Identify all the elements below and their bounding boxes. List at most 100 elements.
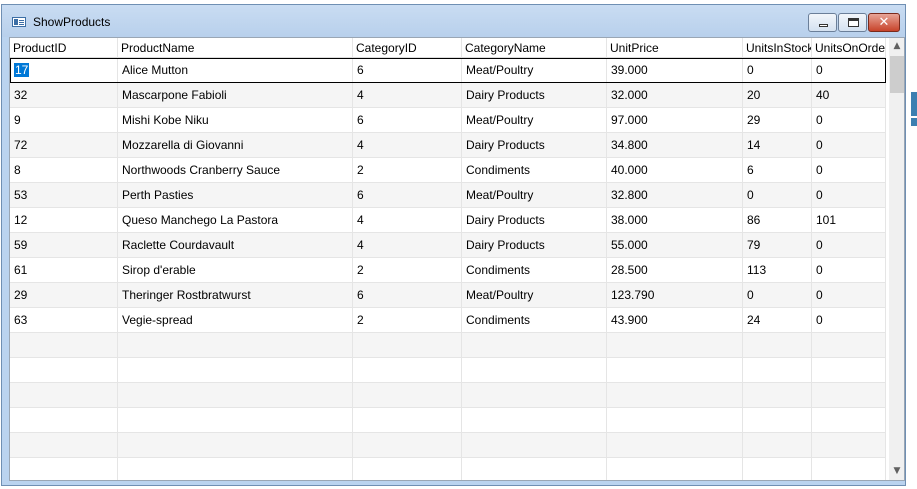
- cell-units-in-stock[interactable]: [743, 458, 812, 480]
- cell-unit-price[interactable]: 28.500: [607, 258, 743, 283]
- cell-category-name[interactable]: Condiments: [462, 258, 607, 283]
- empty-row[interactable]: [10, 408, 886, 433]
- cell-units-in-stock[interactable]: 6: [743, 158, 812, 183]
- cell-product-id[interactable]: 32: [10, 83, 118, 108]
- cell-category-name[interactable]: Dairy Products: [462, 83, 607, 108]
- scroll-down-icon[interactable]: ▼: [889, 463, 904, 480]
- cell-category-id[interactable]: 6: [353, 58, 462, 83]
- cell-category-id[interactable]: 4: [353, 233, 462, 258]
- cell-product-name[interactable]: Mishi Kobe Niku: [118, 108, 353, 133]
- cell-product-name[interactable]: [118, 458, 353, 480]
- cell-product-name[interactable]: Sirop d'erable: [118, 258, 353, 283]
- cell-product-id[interactable]: [10, 433, 118, 458]
- cell-units-on-order[interactable]: 0: [812, 283, 886, 308]
- cell-units-in-stock[interactable]: [743, 433, 812, 458]
- cell-category-id[interactable]: 4: [353, 208, 462, 233]
- cell-units-in-stock[interactable]: [743, 333, 812, 358]
- cell-category-name[interactable]: Condiments: [462, 158, 607, 183]
- cell-category-id[interactable]: [353, 333, 462, 358]
- cell-product-name[interactable]: [118, 433, 353, 458]
- column-header-product-id[interactable]: ProductID: [10, 38, 118, 58]
- cell-category-id[interactable]: [353, 358, 462, 383]
- cell-unit-price[interactable]: 32.000: [607, 83, 743, 108]
- close-button[interactable]: ✕: [868, 13, 900, 32]
- column-header-units-on-order[interactable]: UnitsOnOrder: [812, 38, 886, 58]
- cell-category-id[interactable]: 6: [353, 183, 462, 208]
- title-bar[interactable]: ShowProducts ✕: [2, 5, 905, 37]
- cell-units-in-stock[interactable]: 24: [743, 308, 812, 333]
- cell-units-on-order[interactable]: 0: [812, 158, 886, 183]
- cell-units-on-order[interactable]: [812, 408, 886, 433]
- cell-product-id[interactable]: 9: [10, 108, 118, 133]
- cell-units-in-stock[interactable]: 0: [743, 58, 812, 83]
- table-row[interactable]: 9 Mishi Kobe Niku 6 Meat/Poultry 97.000 29 0: [10, 108, 886, 133]
- cell-units-on-order[interactable]: [812, 333, 886, 358]
- table-row[interactable]: 53 Perth Pasties 6 Meat/Poultry 32.800 0 0: [10, 183, 886, 208]
- cell-category-name[interactable]: [462, 458, 607, 480]
- cell-product-id[interactable]: 29: [10, 283, 118, 308]
- cell-units-on-order[interactable]: [812, 383, 886, 408]
- cell-category-name[interactable]: Meat/Poultry: [462, 58, 607, 83]
- cell-units-on-order[interactable]: 0: [812, 183, 886, 208]
- table-row[interactable]: 61 Sirop d'erable 2 Condiments 28.500 113 0: [10, 258, 886, 283]
- cell-product-id[interactable]: 63: [10, 308, 118, 333]
- cell-category-id[interactable]: 4: [353, 133, 462, 158]
- cell-units-in-stock[interactable]: 0: [743, 183, 812, 208]
- cell-unit-price[interactable]: [607, 383, 743, 408]
- cell-product-name[interactable]: Vegie-spread: [118, 308, 353, 333]
- cell-product-id[interactable]: [10, 458, 118, 480]
- cell-units-in-stock[interactable]: [743, 408, 812, 433]
- cell-unit-price[interactable]: [607, 433, 743, 458]
- cell-units-in-stock[interactable]: [743, 383, 812, 408]
- column-header-units-in-stock[interactable]: UnitsInStock: [743, 38, 812, 58]
- cell-product-name[interactable]: Northwoods Cranberry Sauce: [118, 158, 353, 183]
- cell-category-id[interactable]: [353, 383, 462, 408]
- cell-unit-price[interactable]: 34.800: [607, 133, 743, 158]
- table-row[interactable]: 12 Queso Manchego La Pastora 4 Dairy Produc…: [10, 208, 886, 233]
- cell-product-id[interactable]: [10, 408, 118, 433]
- cell-unit-price[interactable]: 39.000: [607, 58, 743, 83]
- cell-category-name[interactable]: Meat/Poultry: [462, 183, 607, 208]
- cell-unit-price[interactable]: 55.000: [607, 233, 743, 258]
- empty-row[interactable]: [10, 458, 886, 480]
- cell-product-id[interactable]: 8: [10, 158, 118, 183]
- cell-units-on-order[interactable]: 0: [812, 258, 886, 283]
- cell-product-id[interactable]: 53: [10, 183, 118, 208]
- table-row[interactable]: 29 Theringer Rostbratwurst 6 Meat/Poultry 12…: [10, 283, 886, 308]
- cell-category-name[interactable]: Dairy Products: [462, 133, 607, 158]
- cell-units-in-stock[interactable]: [743, 358, 812, 383]
- cell-product-id[interactable]: 12: [10, 208, 118, 233]
- cell-product-name[interactable]: Mascarpone Fabioli: [118, 83, 353, 108]
- cell-product-name[interactable]: Perth Pasties: [118, 183, 353, 208]
- cell-units-in-stock[interactable]: 0: [743, 283, 812, 308]
- column-header-unit-price[interactable]: UnitPrice: [607, 38, 743, 58]
- cell-units-on-order[interactable]: [812, 433, 886, 458]
- empty-row[interactable]: [10, 433, 886, 458]
- column-header-category-name[interactable]: CategoryName: [462, 38, 607, 58]
- products-grid[interactable]: ProductID ProductName CategoryID CategoryNa…: [9, 37, 905, 481]
- cell-product-name[interactable]: Alice Mutton: [118, 58, 353, 83]
- cell-product-id[interactable]: 72: [10, 133, 118, 158]
- cell-category-id[interactable]: 2: [353, 258, 462, 283]
- cell-product-name[interactable]: Mozzarella di Giovanni: [118, 133, 353, 158]
- cell-product-id[interactable]: 59: [10, 233, 118, 258]
- cell-units-on-order[interactable]: 0: [812, 58, 886, 83]
- cell-category-name[interactable]: [462, 383, 607, 408]
- cell-unit-price[interactable]: 32.800: [607, 183, 743, 208]
- cell-product-id[interactable]: [10, 358, 118, 383]
- cell-units-in-stock[interactable]: 86: [743, 208, 812, 233]
- cell-product-name[interactable]: [118, 408, 353, 433]
- cell-unit-price[interactable]: 40.000: [607, 158, 743, 183]
- cell-units-in-stock[interactable]: 79: [743, 233, 812, 258]
- cell-units-on-order[interactable]: 101: [812, 208, 886, 233]
- cell-units-in-stock[interactable]: 113: [743, 258, 812, 283]
- cell-unit-price[interactable]: 123.790: [607, 283, 743, 308]
- cell-units-on-order[interactable]: 0: [812, 108, 886, 133]
- cell-units-in-stock[interactable]: 29: [743, 108, 812, 133]
- cell-category-name[interactable]: Meat/Poultry: [462, 108, 607, 133]
- column-header-category-id[interactable]: CategoryID: [353, 38, 462, 58]
- cell-unit-price[interactable]: [607, 358, 743, 383]
- cell-units-on-order[interactable]: 0: [812, 233, 886, 258]
- cell-product-name[interactable]: Theringer Rostbratwurst: [118, 283, 353, 308]
- cell-unit-price[interactable]: 38.000: [607, 208, 743, 233]
